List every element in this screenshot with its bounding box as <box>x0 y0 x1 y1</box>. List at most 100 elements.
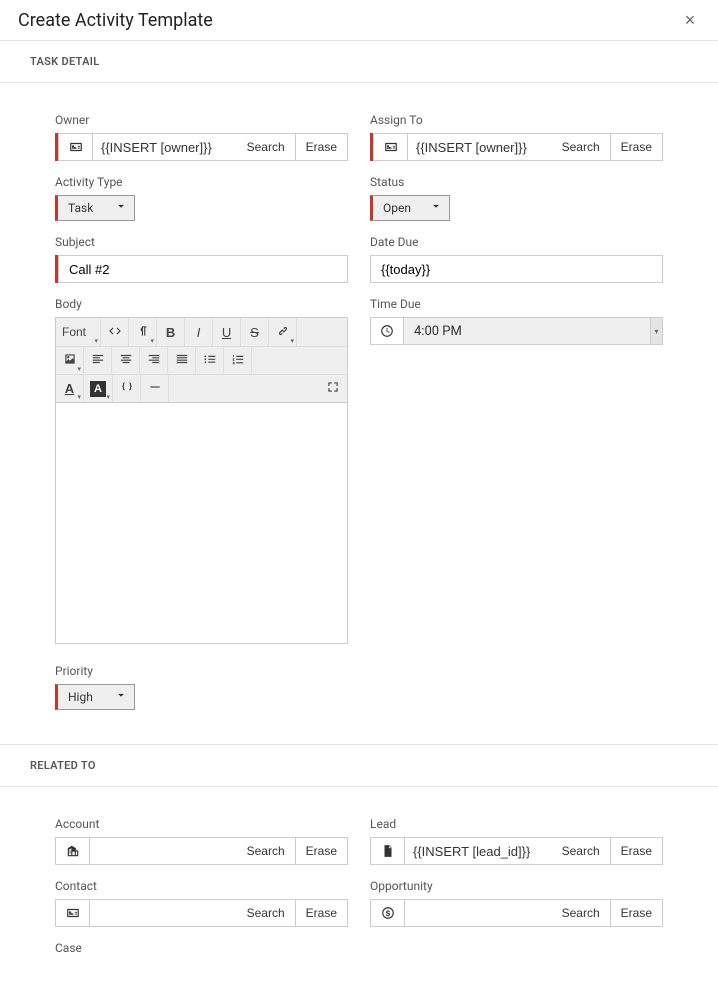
assign-to-input[interactable] <box>407 133 552 161</box>
align-left-icon <box>91 352 105 369</box>
strikethrough-icon: S <box>250 325 259 340</box>
document-icon <box>370 837 404 865</box>
rte-bgcolor-button[interactable]: A▾ <box>84 375 113 402</box>
account-input[interactable] <box>89 837 237 865</box>
expand-icon <box>326 380 340 397</box>
owner-erase-button[interactable]: Erase <box>296 133 348 161</box>
rte-align-left-button[interactable] <box>84 347 112 374</box>
italic-icon: I <box>197 325 201 340</box>
rte-bold-button[interactable]: B <box>157 318 185 346</box>
time-due-label: Time Due <box>370 297 663 311</box>
rte-paragraph-button[interactable]: ▾ <box>129 318 157 346</box>
align-right-icon <box>147 352 161 369</box>
chevron-down-icon: ▾ <box>77 393 81 401</box>
rte-textcolor-button[interactable]: A▾ <box>56 375 84 402</box>
priority-select[interactable]: High <box>55 684 135 710</box>
rte-spacer <box>252 347 347 374</box>
owner-input[interactable] <box>92 133 237 161</box>
chevron-down-icon: ▾ <box>151 337 155 345</box>
rte-underline-button[interactable]: U <box>213 318 241 346</box>
rte-font-label: Font <box>62 325 86 339</box>
horizontal-rule-icon <box>148 380 162 397</box>
date-due-input-wrap <box>370 255 663 283</box>
close-button[interactable]: × <box>680 10 700 30</box>
rte-align-center-button[interactable] <box>112 347 140 374</box>
modal-header: Create Activity Template × <box>0 0 718 40</box>
clock-icon <box>370 317 404 345</box>
status-value: Open <box>373 201 439 215</box>
time-due-select[interactable]: 4:00 PM <box>404 317 651 345</box>
contact-input[interactable] <box>89 899 237 927</box>
activity-type-value: Task <box>58 201 121 215</box>
rte-strike-button[interactable]: S <box>241 318 269 346</box>
lead-input[interactable] <box>404 837 552 865</box>
dollar-icon <box>370 899 404 927</box>
section-task-detail: TASK DETAIL <box>0 40 718 83</box>
rte-image-button[interactable]: ▾ <box>56 347 84 374</box>
lead-search-button[interactable]: Search <box>552 837 611 865</box>
related-to-form: Account Search Erase Lead Search Erase <box>0 787 718 981</box>
date-due-label: Date Due <box>370 235 663 249</box>
align-justify-icon <box>175 352 189 369</box>
contact-erase-button[interactable]: Erase <box>296 899 348 927</box>
time-due-group: 4:00 PM ▾ <box>370 317 663 345</box>
opportunity-input[interactable] <box>404 899 552 927</box>
rte-code-button[interactable] <box>101 318 129 346</box>
braces-icon <box>120 380 134 397</box>
chevron-down-icon: ▾ <box>106 393 110 401</box>
image-icon <box>63 352 77 369</box>
assign-to-search-button[interactable]: Search <box>552 133 611 161</box>
rte-hr-button[interactable] <box>141 375 169 402</box>
body-editor: Font ▾ ▾ B I U S ▾ ▾ <box>55 317 348 644</box>
section-related-to: RELATED TO <box>0 744 718 787</box>
priority-value: High <box>58 690 121 704</box>
subject-label: Subject <box>55 235 348 249</box>
rte-fullscreen-button[interactable] <box>319 375 347 402</box>
bg-color-icon: A <box>90 381 106 397</box>
list-ul-icon <box>203 352 217 369</box>
time-due-stepper[interactable]: ▾ <box>651 317 663 345</box>
chevron-down-icon: ▾ <box>77 365 81 373</box>
contact-label: Contact <box>55 879 348 893</box>
rte-spacer <box>169 375 319 402</box>
activity-type-label: Activity Type <box>55 175 348 189</box>
id-card-icon <box>373 133 407 161</box>
chevron-down-icon: ▾ <box>95 337 99 345</box>
account-erase-button[interactable]: Erase <box>296 837 348 865</box>
rte-font-button[interactable]: Font ▾ <box>56 318 101 346</box>
rte-align-justify-button[interactable] <box>168 347 196 374</box>
rte-italic-button[interactable]: I <box>185 318 213 346</box>
activity-type-select[interactable]: Task <box>55 195 135 221</box>
assign-to-input-group: Search Erase <box>370 133 663 161</box>
link-icon <box>276 324 290 341</box>
opportunity-input-group: Search Erase <box>370 899 663 927</box>
id-card-icon <box>58 133 92 161</box>
opportunity-label: Opportunity <box>370 879 663 893</box>
lead-input-group: Search Erase <box>370 837 663 865</box>
contact-search-button[interactable]: Search <box>237 899 296 927</box>
owner-search-button[interactable]: Search <box>237 133 296 161</box>
rte-ol-button[interactable] <box>224 347 252 374</box>
bold-icon: B <box>166 325 175 340</box>
rte-braces-button[interactable] <box>113 375 141 402</box>
body-label: Body <box>55 297 348 311</box>
lead-erase-button[interactable]: Erase <box>611 837 663 865</box>
status-select[interactable]: Open <box>370 195 450 221</box>
lead-label: Lead <box>370 817 663 831</box>
rte-align-right-button[interactable] <box>140 347 168 374</box>
rte-ul-button[interactable] <box>196 347 224 374</box>
owner-label: Owner <box>55 113 348 127</box>
account-search-button[interactable]: Search <box>237 837 296 865</box>
page-title: Create Activity Template <box>18 10 213 31</box>
subject-input-wrap <box>55 255 348 283</box>
subject-input[interactable] <box>58 255 348 283</box>
body-textarea[interactable] <box>56 403 347 643</box>
owner-input-group: Search Erase <box>55 133 348 161</box>
paragraph-icon <box>136 324 150 341</box>
assign-to-erase-button[interactable]: Erase <box>611 133 663 161</box>
opportunity-search-button[interactable]: Search <box>552 899 611 927</box>
id-card-icon <box>55 899 89 927</box>
date-due-input[interactable] <box>370 255 663 283</box>
opportunity-erase-button[interactable]: Erase <box>611 899 663 927</box>
rte-link-button[interactable]: ▾ <box>269 318 297 346</box>
